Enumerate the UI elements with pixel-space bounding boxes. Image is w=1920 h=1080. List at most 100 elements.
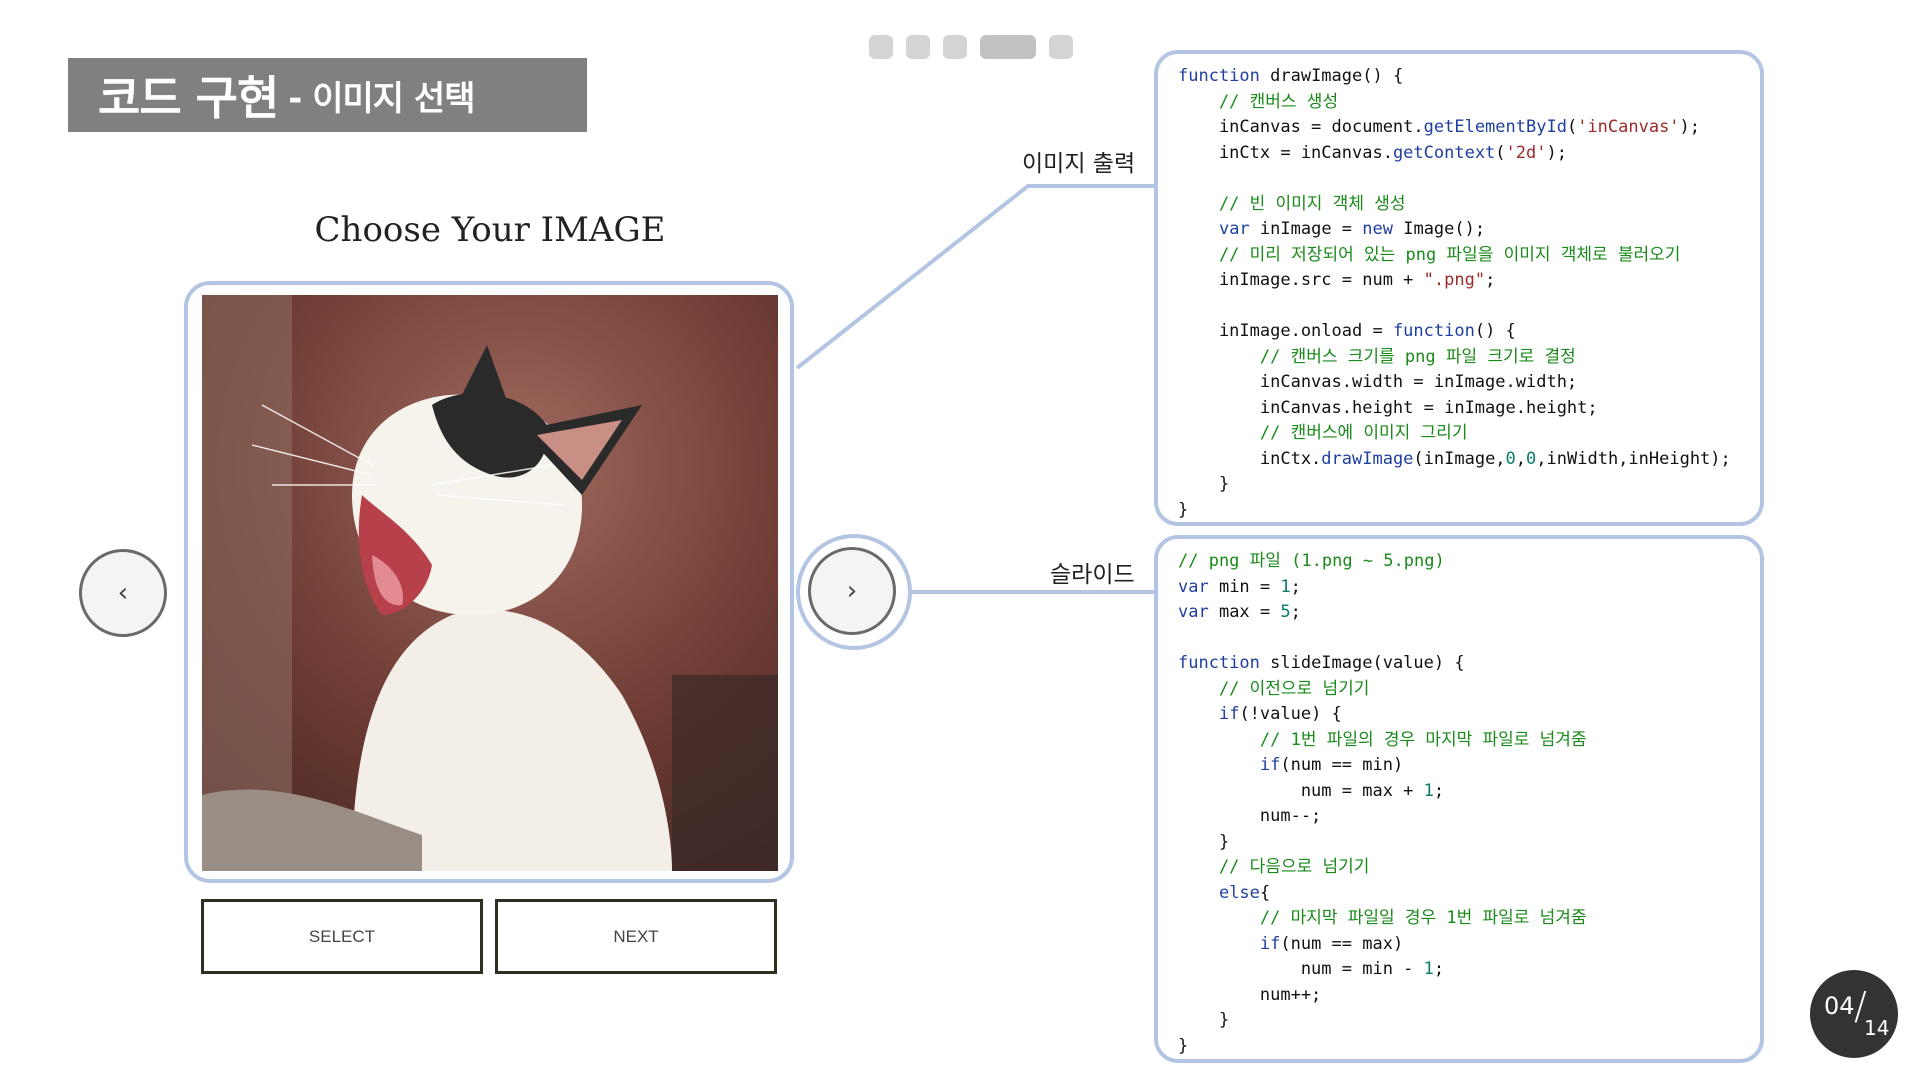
code-token: // 미리 저장되어 있는 png 파일을 이미지 객체로 불러오기 <box>1178 244 1681 265</box>
pager-dot-1[interactable] <box>869 35 893 59</box>
code-token: inCtx. <box>1178 448 1322 469</box>
code-line: if(num == max) <box>1178 932 1760 958</box>
code-token: // 마지막 파일일 경우 1번 파일로 넘겨줌 <box>1178 908 1587 928</box>
code-token: 1 <box>1423 959 1434 979</box>
code-token: ; <box>1290 602 1301 622</box>
next-button[interactable]: NEXT <box>495 899 777 974</box>
code-token: new <box>1362 219 1393 239</box>
code-line: // 이전으로 넘기기 <box>1178 677 1760 703</box>
code-line: // 1번 파일의 경우 마지막 파일로 넘겨줌 <box>1178 728 1760 754</box>
code-token: 1 <box>1423 780 1434 801</box>
cat-photo <box>202 295 778 871</box>
code-line: inImage.onload = function() { <box>1178 319 1760 345</box>
code-token: inCtx = inCanvas. <box>1178 142 1393 163</box>
slide-label: 슬라이드 <box>1050 562 1135 588</box>
code-token: ; <box>1290 576 1301 597</box>
code-token: ); <box>1546 142 1567 163</box>
code-token: num = min - <box>1178 959 1424 979</box>
prev-arrow-button[interactable]: ‹ <box>79 549 167 637</box>
draw-image-code-panel: function drawImage() { // 캔버스 생성 inCanva… <box>1154 50 1764 526</box>
pager-dot-4-active[interactable] <box>980 35 1036 59</box>
code-token: drawImage() { <box>1259 66 1404 86</box>
code-line: // 캔버스 크기를 png 파일 크기로 결정 <box>1178 345 1760 371</box>
code-token: (!value) { <box>1239 704 1342 724</box>
code-token: var <box>1178 602 1209 622</box>
code-token: var <box>1218 219 1250 239</box>
code-token: ".png" <box>1423 270 1486 290</box>
code-token: inImage.onload = <box>1178 321 1393 341</box>
code-token: // 캔버스 크기를 png 파일 크기로 결정 <box>1178 346 1576 367</box>
code-line: // 미리 저장되어 있는 png 파일을 이미지 객체로 불러오기 <box>1178 243 1760 269</box>
connector-output-line <box>795 184 1154 370</box>
code-token: // 1번 파일의 경우 마지막 파일로 넘겨줌 <box>1178 729 1587 750</box>
code-line: num = min - 1; <box>1178 957 1760 983</box>
code-token: inCanvas.height = inImage.height; <box>1178 397 1598 418</box>
code-token: ( <box>1495 142 1506 163</box>
code-token: (num == min) <box>1280 755 1404 775</box>
code-token: // 캔버스 생성 <box>1178 91 1339 112</box>
image-output-label: 이미지 출력 <box>1022 151 1136 177</box>
code-token: function <box>1392 321 1475 341</box>
code-line: // png 파일 (1.png ~ 5.png) <box>1178 549 1760 575</box>
code-token: max = <box>1208 602 1281 622</box>
chevron-left-icon: ‹ <box>117 578 129 608</box>
pager-dot-2[interactable] <box>906 35 930 59</box>
code-token: // 다음으로 넘기기 <box>1178 857 1370 877</box>
page-counter: 04 / 14 <box>1810 970 1898 1058</box>
code-token: } <box>1178 1035 1189 1056</box>
code-line: } <box>1178 1034 1760 1060</box>
select-button[interactable]: SELECT <box>201 899 483 974</box>
code-line: // 캔버스에 이미지 그리기 <box>1178 421 1760 447</box>
code-line: // 빈 이미지 객체 생성 <box>1178 192 1760 218</box>
code-token: 1 <box>1280 576 1291 597</box>
code-line: } <box>1178 830 1760 856</box>
code-token: ,inWidth,inHeight); <box>1536 448 1731 469</box>
code-token: // png 파일 (1.png ~ 5.png) <box>1178 551 1445 571</box>
code-line: num = max + 1; <box>1178 779 1760 805</box>
code-token: inImage = <box>1249 219 1363 239</box>
pager-dot-5[interactable] <box>1049 35 1073 59</box>
pager-dot-3[interactable] <box>943 35 967 59</box>
code-line: inCanvas.width = inImage.width; <box>1178 370 1760 396</box>
code-line: num--; <box>1178 804 1760 830</box>
code-token: inCanvas.width = inImage.width; <box>1178 372 1578 392</box>
code-token: num++; <box>1178 984 1322 1005</box>
code-token: ; <box>1485 270 1496 290</box>
code-token: if <box>1259 933 1281 954</box>
code-token: drawImage <box>1321 448 1414 469</box>
code-token: function <box>1178 66 1260 86</box>
code-token: 'inCanvas' <box>1577 117 1680 137</box>
code-line: // 다음으로 넘기기 <box>1178 855 1760 881</box>
slide-image-code-panel: // png 파일 (1.png ~ 5.png) var min = 1; var… <box>1154 535 1764 1063</box>
code-token: { <box>1259 882 1271 903</box>
code-line: } <box>1178 472 1760 498</box>
code-token: // 빈 이미지 객체 생성 <box>1178 193 1406 214</box>
next-arrow-button[interactable]: › <box>808 547 896 635</box>
code-token: inCanvas = document. <box>1178 117 1424 137</box>
code-line: // 마지막 파일일 경우 1번 파일로 넘겨줌 <box>1178 906 1760 932</box>
code-token: // 캔버스에 이미지 그리기 <box>1178 423 1468 443</box>
code-token: ( <box>1566 117 1578 137</box>
code-token: if <box>1218 704 1240 724</box>
code-token: num--; <box>1178 806 1322 826</box>
title-banner: 코드 구현 - 이미지 선택 <box>68 58 587 132</box>
page-current: 04 <box>1824 992 1855 1020</box>
code-line: } <box>1178 498 1760 524</box>
code-token: function <box>1178 653 1260 673</box>
page-total: 14 <box>1864 1016 1890 1040</box>
code-line: inCanvas.height = inImage.height; <box>1178 396 1760 422</box>
code-token: slideImage(value) { <box>1259 653 1465 673</box>
code-token: if <box>1259 755 1281 775</box>
cat-illustration <box>202 295 778 871</box>
code-token: // 이전으로 넘기기 <box>1178 678 1370 699</box>
code-line: // 캔버스 생성 <box>1178 90 1760 116</box>
code-line: inCanvas = document.getElementById('inCa… <box>1178 115 1760 141</box>
code-line: function slideImage(value) { <box>1178 651 1760 677</box>
code-token: getContext <box>1392 142 1496 163</box>
code-line: inCtx.drawImage(inImage,0,0,inWidth,inHe… <box>1178 447 1760 473</box>
